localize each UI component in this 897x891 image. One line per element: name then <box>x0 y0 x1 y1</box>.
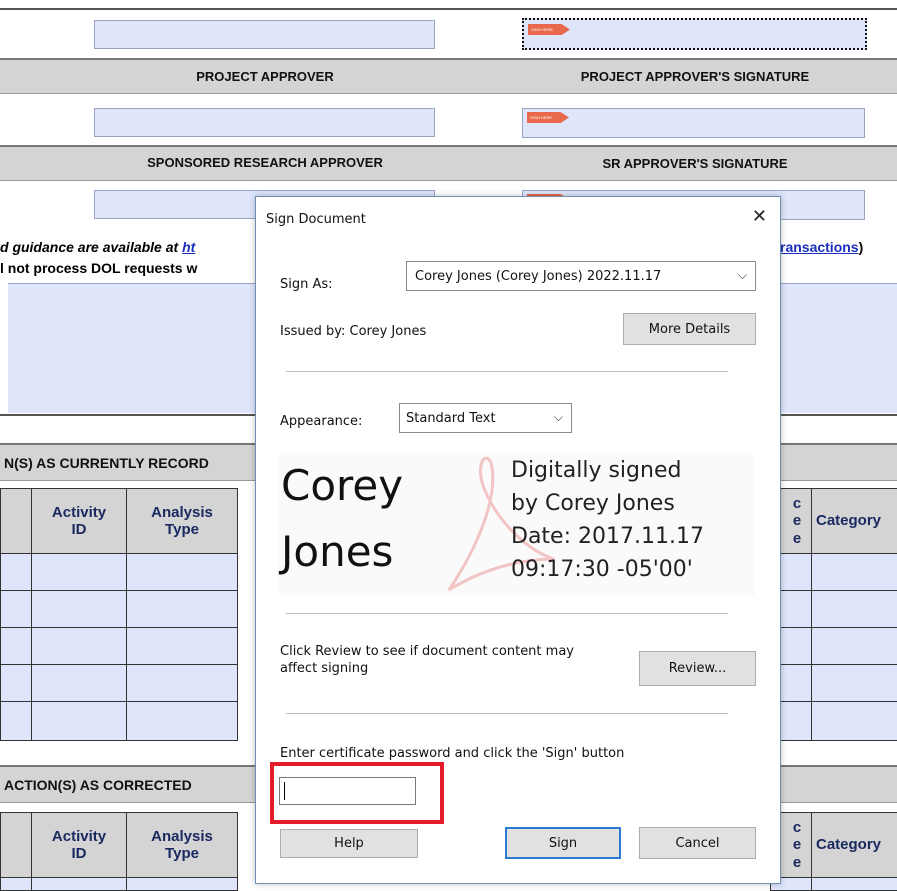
table-cell[interactable] <box>811 877 897 891</box>
current-section-title: N(S) AS CURRENTLY RECORD <box>4 455 209 471</box>
corrected-section-title: ACTION(S) AS CORRECTED <box>4 777 192 793</box>
table-cell[interactable] <box>0 553 32 591</box>
issued-by-text: Issued by: Corey Jones <box>280 324 427 339</box>
appearance-select[interactable]: Standard Text ⌵ <box>399 403 572 433</box>
col-header-category: Category <box>811 488 897 554</box>
guidance-note: d guidance are available at ht <box>0 239 195 255</box>
col-header-analysis-type: Analysis Type <box>126 488 238 554</box>
table-cell[interactable] <box>126 701 238 741</box>
col-header-blank <box>0 488 32 554</box>
sr-approver-signature-label: SR APPROVER'S SIGNATURE <box>602 156 788 171</box>
table-cell[interactable] <box>31 701 127 741</box>
col-header-analysis-type: Analysis Type <box>126 812 238 878</box>
table-cell[interactable] <box>0 664 32 702</box>
sign-as-select[interactable]: Corey Jones (Corey Jones) 2022.11.17 ⌵ <box>406 261 756 291</box>
table-cell[interactable] <box>126 877 238 891</box>
col-header-activity-id: Activity ID <box>31 488 127 554</box>
dialog-title: Sign Document <box>266 212 366 227</box>
appearance-label: Appearance: <box>280 414 363 429</box>
table-cell[interactable] <box>811 664 897 702</box>
table-cell[interactable] <box>0 701 32 741</box>
col-header-partial-text: ce e <box>792 495 802 547</box>
dol-note: l not process DOL requests w <box>0 260 198 276</box>
col-header-category: Category <box>811 812 897 878</box>
sign-button[interactable]: Sign <box>505 827 621 859</box>
table-cell[interactable] <box>126 664 238 702</box>
help-button[interactable]: Help <box>280 829 418 858</box>
sign-here-tag-icon: SIGN HERE <box>527 112 569 123</box>
table-cell[interactable] <box>31 553 127 591</box>
guidance-suffix: ) <box>858 239 864 255</box>
approver-name-field-1[interactable] <box>94 20 435 49</box>
separator <box>286 371 728 372</box>
project-approver-signature-field[interactable]: SIGN HERE <box>522 108 865 138</box>
sign-here-tag-icon: SIGN HERE <box>528 24 570 35</box>
separator <box>286 613 728 614</box>
table-cell[interactable] <box>126 553 238 591</box>
separator <box>286 713 728 714</box>
close-icon[interactable]: ✕ <box>752 206 767 227</box>
red-highlight-box <box>270 762 444 824</box>
sign-document-dialog: Sign Document ✕ Sign As: Corey Jones (Co… <box>255 196 781 884</box>
table-cell[interactable] <box>31 877 127 891</box>
sign-as-value: Corey Jones (Corey Jones) 2022.11.17 <box>415 268 662 284</box>
col-header-partial-text: ce e <box>792 819 802 871</box>
table-cell[interactable] <box>811 701 897 741</box>
table-cell[interactable] <box>126 627 238 665</box>
signature-field-1[interactable]: SIGN HERE <box>522 18 867 50</box>
table-cell[interactable] <box>0 627 32 665</box>
table-cell[interactable] <box>31 627 127 665</box>
table-cell[interactable] <box>31 664 127 702</box>
guidance-link-end-wrap: ransactions) <box>780 239 863 255</box>
signature-preview: Corey Jones Digitally signed by Corey Jo… <box>279 455 755 595</box>
table-cell[interactable] <box>811 627 897 665</box>
guidance-link-start[interactable]: ht <box>182 239 195 255</box>
preview-line-4: 09:17:30 -05'00' <box>511 557 693 582</box>
preview-last-name: Jones <box>281 527 394 576</box>
appearance-value: Standard Text <box>406 410 496 426</box>
project-approver-signature-label: PROJECT APPROVER'S SIGNATURE <box>580 69 810 84</box>
preview-line-2: by Corey Jones <box>511 491 675 516</box>
chevron-down-icon: ⌵ <box>553 410 563 424</box>
preview-line-1: Digitally signed <box>511 458 682 483</box>
col-header-blank <box>0 812 32 878</box>
table-cell[interactable] <box>811 590 897 628</box>
table-cell[interactable] <box>0 590 32 628</box>
table-cell[interactable] <box>811 553 897 591</box>
password-prompt: Enter certificate password and click the… <box>280 746 625 761</box>
review-description: Click Review to see if document content … <box>280 644 574 676</box>
guidance-prefix: d guidance are available at <box>0 239 183 255</box>
review-button[interactable]: Review... <box>639 651 756 686</box>
sign-as-label: Sign As: <box>280 277 333 292</box>
preview-line-3: Date: 2017.11.17 <box>511 524 704 549</box>
project-approver-field[interactable] <box>94 108 435 137</box>
more-details-button[interactable]: More Details <box>623 313 756 345</box>
table-cell[interactable] <box>31 590 127 628</box>
form-top-rule <box>0 8 897 10</box>
sr-approver-label: SPONSORED RESEARCH APPROVER <box>147 155 383 170</box>
table-cell[interactable] <box>0 877 32 891</box>
table-cell[interactable] <box>126 590 238 628</box>
cancel-button[interactable]: Cancel <box>639 827 756 859</box>
chevron-down-icon: ⌵ <box>737 268 747 282</box>
preview-first-name: Corey <box>281 461 404 510</box>
project-approver-label: PROJECT APPROVER <box>196 69 334 84</box>
guidance-link-end[interactable]: ransactions <box>780 239 859 255</box>
col-header-activity-id: Activity ID <box>31 812 127 878</box>
